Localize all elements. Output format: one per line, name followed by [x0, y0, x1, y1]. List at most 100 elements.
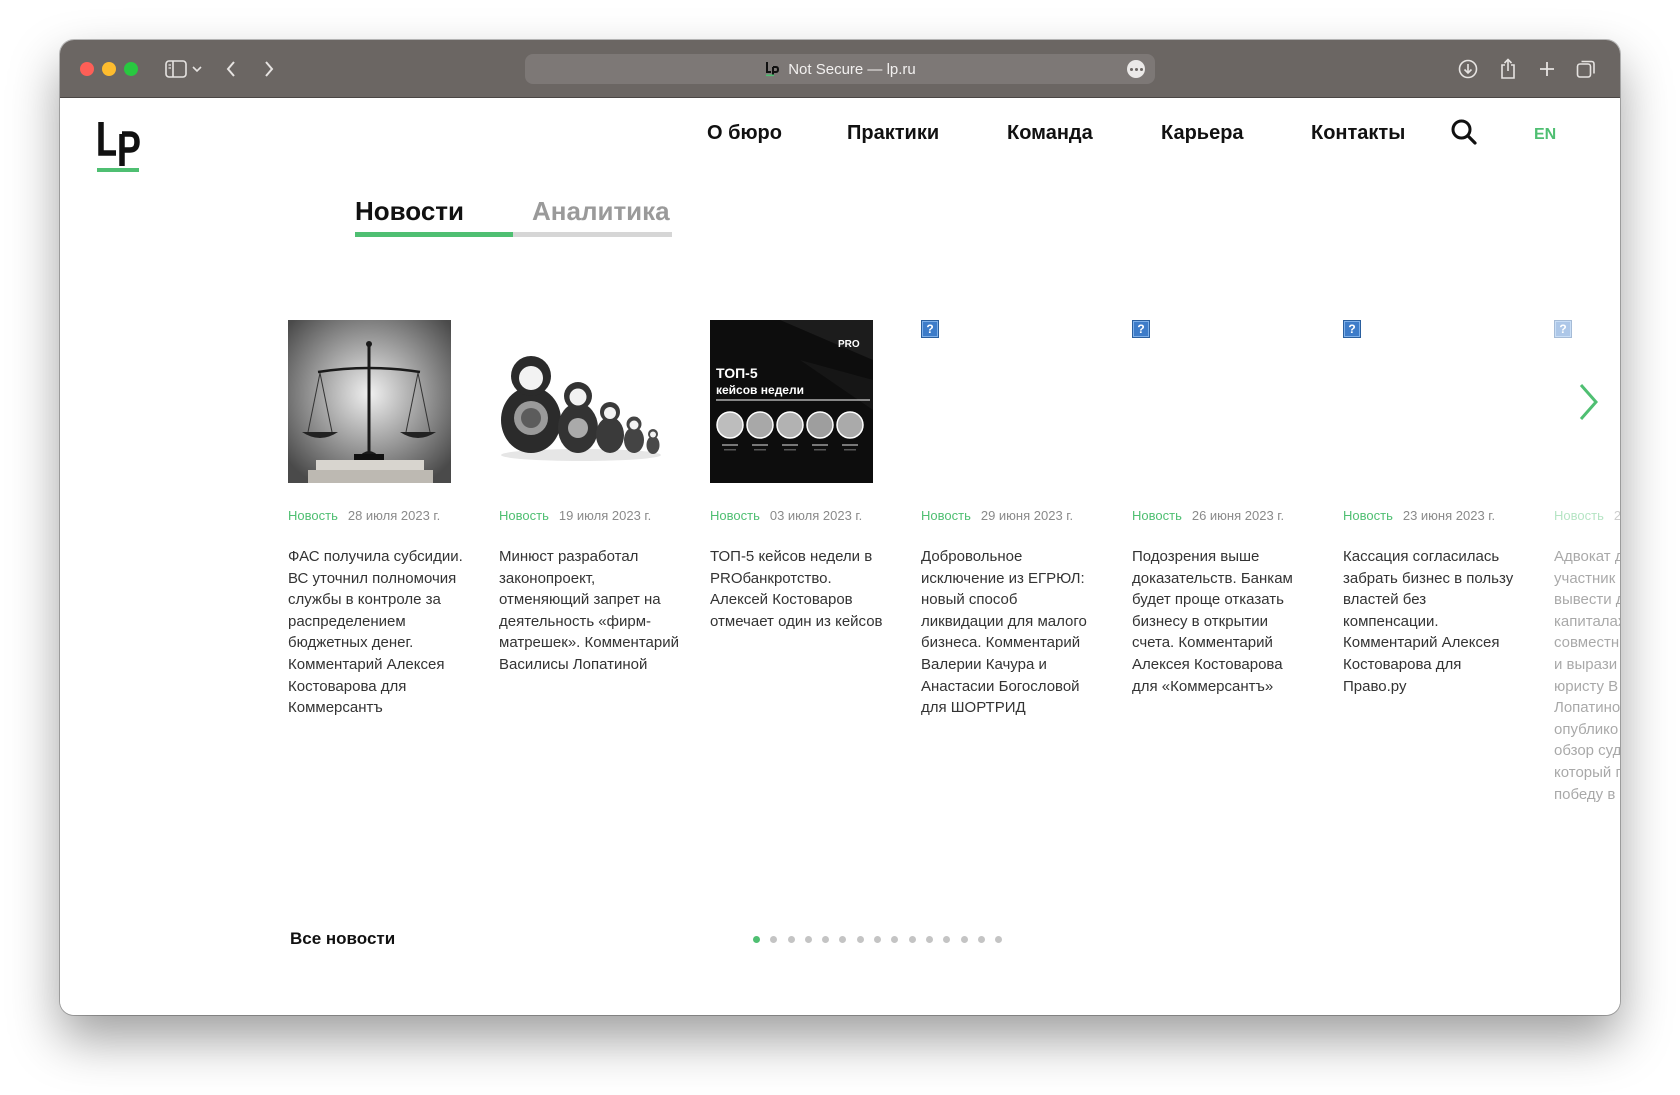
zoom-window-button[interactable] — [124, 62, 138, 76]
news-card[interactable]: ? Новость 23 июня 2023 г. Кассация согла… — [1343, 320, 1523, 697]
url-text: Not Secure — lp.ru — [788, 60, 916, 78]
banner-title-line2: кейсов недели — [716, 383, 804, 397]
card-image: ? — [921, 320, 1084, 483]
broken-image-icon: ? — [1132, 320, 1150, 338]
card-title-line: и вырази — [1554, 655, 1618, 673]
card-meta: Новость 19 июля 2023 г. — [499, 508, 679, 523]
card-date: 28 июля 2023 г. — [347, 508, 441, 523]
pagination-dot[interactable] — [804, 936, 812, 943]
address-bar[interactable]: Not Secure — lp.ru — [525, 54, 1155, 84]
nav-contacts[interactable]: Контакты — [1311, 122, 1405, 145]
pagination-dot[interactable] — [787, 936, 795, 943]
card-title-line: опублико — [1554, 720, 1619, 738]
search-icon[interactable] — [1450, 118, 1478, 146]
tab-analytics[interactable]: Аналитика — [532, 196, 670, 227]
pagination-dot[interactable] — [770, 936, 778, 943]
card-title[interactable]: Минюст разработал законопроект, отменяющ… — [499, 546, 679, 676]
matryoshka-dolls-image — [499, 320, 662, 483]
logo-underline — [97, 168, 139, 172]
card-date: 2 — [1613, 508, 1620, 523]
nav-career[interactable]: Карьера — [1161, 122, 1244, 145]
back-icon[interactable] — [220, 55, 242, 83]
nav-team[interactable]: Команда — [1007, 122, 1093, 145]
card-date: 23 июня 2023 г. — [1402, 508, 1496, 523]
nav-about[interactable]: О бюро — [707, 122, 782, 145]
card-meta: Новость 2 — [1554, 508, 1620, 523]
card-title-line: участник — [1554, 569, 1616, 587]
all-news-link[interactable]: Все новости — [290, 929, 395, 949]
card-title-line: обзор суд — [1554, 742, 1620, 760]
browser-toolbar: Not Secure — lp.ru — [60, 40, 1620, 98]
card-type-label[interactable]: Новость — [288, 508, 338, 523]
card-type-label[interactable]: Новость — [499, 508, 549, 523]
news-card[interactable]: ? Новость 26 июня 2023 г. Подозрения выш… — [1132, 320, 1312, 697]
card-title[interactable]: Кассация согласилась забрать бизнес в по… — [1343, 546, 1523, 697]
new-tab-icon[interactable] — [1535, 55, 1559, 83]
pagination-dot[interactable] — [977, 936, 985, 943]
card-type-label[interactable]: Новость — [1132, 508, 1182, 523]
card-meta: Новость 26 июня 2023 г. — [1132, 508, 1312, 523]
card-title-line: вывести д — [1554, 591, 1620, 609]
tab-news[interactable]: Новости — [355, 196, 464, 227]
card-title[interactable]: Адвокат д участник вывести д капиталах с… — [1554, 546, 1620, 805]
tabs-overview-icon[interactable] — [1574, 55, 1598, 83]
broken-image-icon: ? — [1343, 320, 1361, 338]
site-favicon-icon — [764, 61, 780, 77]
more-options-icon[interactable] — [1127, 60, 1145, 78]
pagination-dot[interactable] — [822, 936, 830, 943]
card-title-line: Лопатино — [1554, 699, 1620, 717]
pagination-dot[interactable] — [908, 936, 916, 943]
language-switch[interactable]: EN — [1534, 126, 1556, 144]
card-title[interactable]: ФАС получила субсидии. ВС уточнил полном… — [288, 546, 468, 719]
card-title-line: капиталах — [1554, 612, 1620, 630]
card-title-line: юристу В — [1554, 677, 1619, 695]
card-meta: Новость 23 июня 2023 г. — [1343, 508, 1523, 523]
card-image: ? — [1343, 320, 1506, 483]
news-card[interactable]: Новость 19 июля 2023 г. Минюст разработа… — [499, 320, 679, 676]
nav-practices[interactable]: Практики — [847, 122, 939, 145]
banner-brand: PRO — [838, 339, 860, 350]
card-type-label[interactable]: Новость — [921, 508, 971, 523]
pagination-dot[interactable] — [960, 936, 968, 943]
card-type-label[interactable]: Новость — [710, 508, 760, 523]
card-title[interactable]: Добровольное исключение из ЕГРЮЛ: новый … — [921, 546, 1101, 719]
card-title[interactable]: Подозрения выше доказательств. Банкам бу… — [1132, 546, 1312, 697]
card-title-line: Адвокат д — [1554, 548, 1620, 565]
forward-icon[interactable] — [258, 55, 280, 83]
card-image: ? — [1132, 320, 1295, 483]
chevron-down-icon[interactable] — [190, 55, 204, 83]
pagination-dot[interactable] — [995, 936, 1003, 943]
minimize-window-button[interactable] — [102, 62, 116, 76]
card-date: 19 июля 2023 г. — [558, 508, 652, 523]
close-window-button[interactable] — [80, 62, 94, 76]
pagination-dot[interactable] — [874, 936, 882, 943]
browser-window: Not Secure — lp.ru О бюро Практики Коман… — [60, 40, 1620, 1015]
pagination-dot[interactable] — [753, 936, 760, 943]
next-arrow-icon[interactable] — [1576, 382, 1602, 422]
pagination-dot[interactable] — [891, 936, 899, 943]
card-meta: Новость 28 июля 2023 г. — [288, 508, 468, 523]
card-title-line: победу в — [1554, 785, 1616, 803]
card-title-line: который г — [1554, 763, 1620, 781]
download-icon[interactable] — [1456, 55, 1480, 83]
pagination-dot[interactable] — [856, 936, 864, 943]
card-date: 03 июля 2023 г. — [769, 508, 863, 523]
card-title[interactable]: ТОП-5 кейсов недели в PROбанкротство. Ал… — [710, 546, 890, 632]
sidebar-icon[interactable] — [164, 55, 188, 83]
card-type-label[interactable]: Новость — [1554, 508, 1604, 523]
share-icon[interactable] — [1496, 55, 1520, 83]
banner-title-line1: ТОП-5 — [716, 365, 758, 381]
pagination-dot[interactable] — [925, 936, 933, 943]
broken-image-icon: ? — [1554, 320, 1572, 338]
pagination-dot[interactable] — [943, 936, 951, 943]
pagination-dot[interactable] — [839, 936, 847, 943]
news-card[interactable]: Новость 28 июля 2023 г. ФАС получила суб… — [288, 320, 468, 719]
card-date: 26 июня 2023 г. — [1191, 508, 1285, 523]
card-title-line: совместн — [1554, 634, 1620, 652]
card-type-label[interactable]: Новость — [1343, 508, 1393, 523]
scales-of-justice-image — [288, 320, 451, 483]
news-card[interactable]: PRO ТОП-5 кейсов недели Новость 03 июля … — [710, 320, 890, 632]
pro-top5-banner-image: PRO ТОП-5 кейсов недели — [710, 320, 873, 483]
card-meta: Новость 29 июня 2023 г. — [921, 508, 1101, 523]
news-card[interactable]: ? Новость 29 июня 2023 г. Добровольное и… — [921, 320, 1101, 719]
